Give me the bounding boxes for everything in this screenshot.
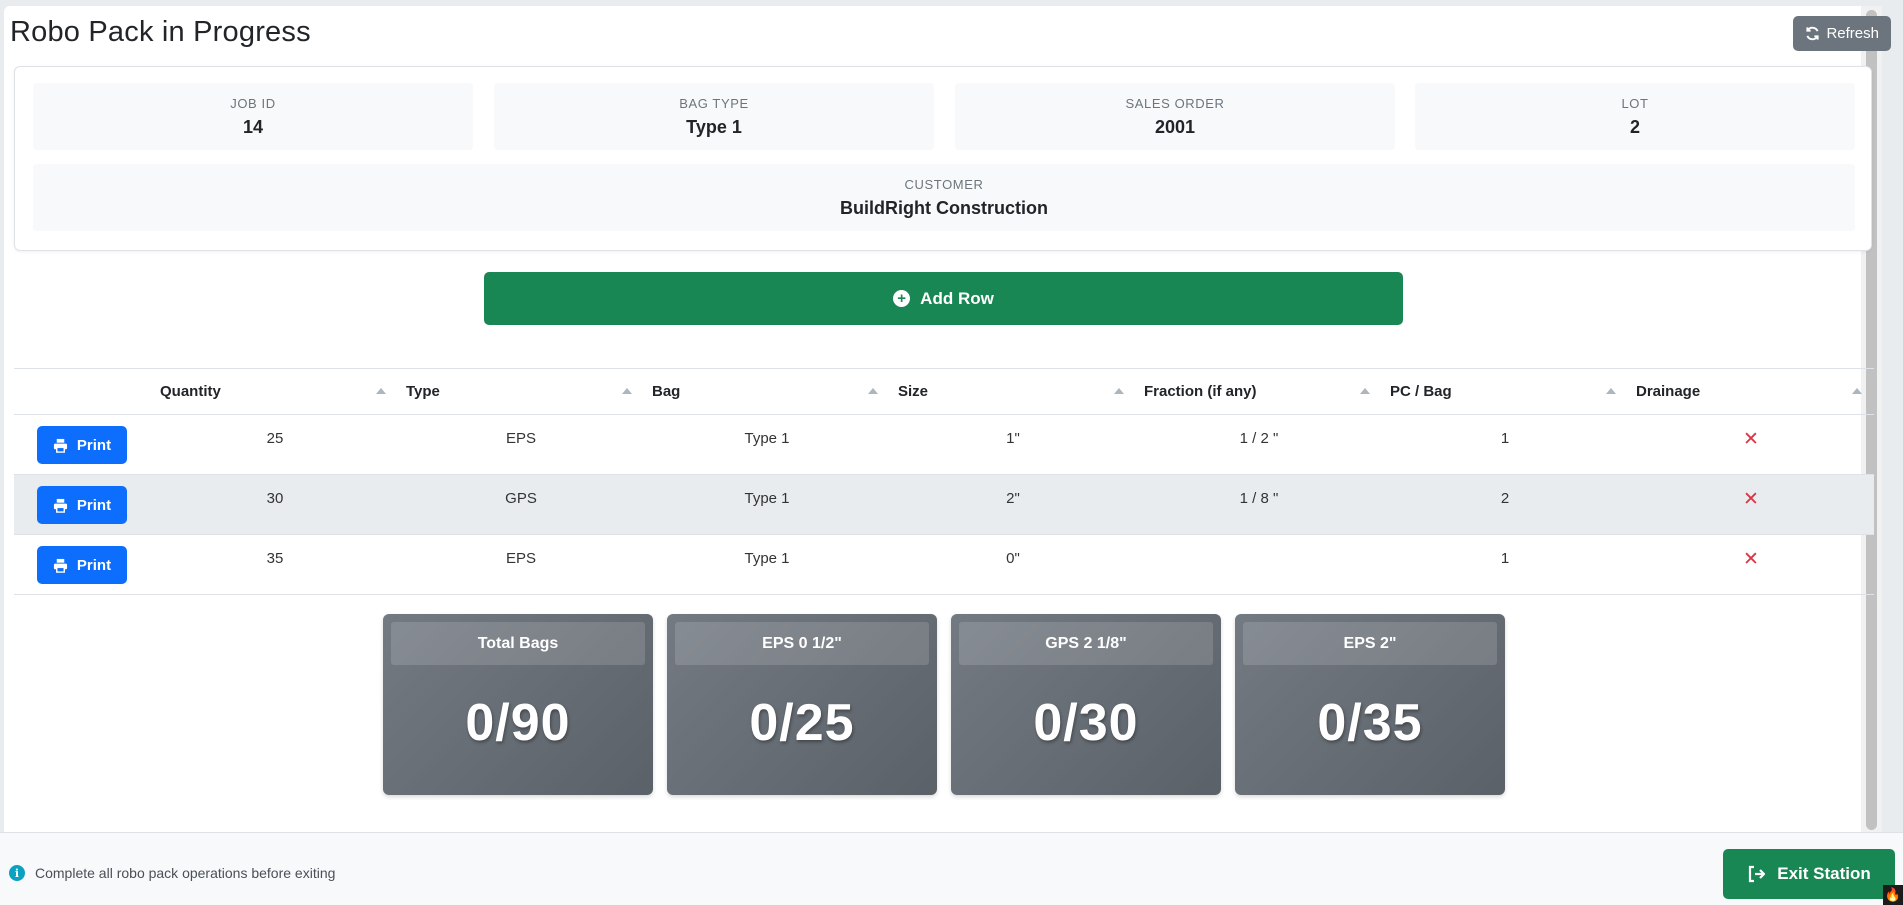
sort-icon[interactable] [1360, 388, 1370, 394]
add-row-button[interactable]: + Add Row [484, 272, 1403, 325]
cell-drainage: ✕ [1628, 534, 1874, 595]
column-header-pc-bag[interactable]: PC / Bag [1382, 368, 1628, 415]
sort-icon[interactable] [622, 388, 632, 394]
info-icon: i [9, 865, 25, 881]
cell-fraction: 1 / 2 " [1136, 414, 1382, 475]
stat-title: EPS 2" [1243, 622, 1497, 665]
stat-value: 0/35 [1317, 694, 1423, 752]
stat-card-gps-2-1-8: GPS 2 1/8" 0/30 [951, 614, 1221, 795]
print-button[interactable]: Print [37, 546, 127, 584]
sales-order-label: SALES ORDER [1125, 96, 1225, 111]
cell-bag: Type 1 [644, 474, 890, 535]
job-id-value: 14 [242, 117, 264, 137]
column-header-type[interactable]: Type [398, 368, 644, 415]
table-header-row: Quantity Type Bag Size Fraction (if any)… [14, 368, 1874, 415]
cell-quantity: 25 [152, 414, 398, 475]
cell-type: EPS [398, 534, 644, 595]
cell-fraction: 1 / 8 " [1136, 474, 1382, 535]
exit-station-label: Exit Station [1777, 864, 1871, 883]
bag-type-box: BAG TYPE Type 1 [494, 83, 934, 150]
stat-title: GPS 2 1/8" [959, 622, 1213, 665]
cell-type: EPS [398, 414, 644, 475]
job-id-label: JOB ID [230, 96, 276, 111]
fire-icon[interactable]: 🔥 [1883, 885, 1903, 905]
sales-order-box: SALES ORDER 2001 [955, 83, 1395, 150]
cell-size: 0" [890, 534, 1136, 595]
stats-row: Total Bags 0/90 EPS 0 1/2" 0/25 GPS 2 1/… [383, 614, 1505, 795]
bag-type-value: Type 1 [686, 117, 742, 137]
cell-drainage: ✕ [1628, 474, 1874, 535]
cell-type: GPS [398, 474, 644, 535]
footer-message-text: Complete all robo pack operations before… [35, 865, 336, 881]
refresh-label: Refresh [1826, 25, 1879, 42]
exit-station-button[interactable]: Exit Station [1723, 849, 1895, 899]
cell-bag: Type 1 [644, 414, 890, 475]
column-header-fraction[interactable]: Fraction (if any) [1136, 368, 1382, 415]
cell-fraction [1136, 534, 1382, 595]
cell-pc-bag: 1 [1382, 534, 1628, 595]
cell-quantity: 30 [152, 474, 398, 535]
cell-quantity: 35 [152, 534, 398, 595]
lot-box: LOT 2 [1415, 83, 1855, 150]
printer-icon [53, 558, 67, 573]
stat-value: 0/90 [465, 694, 571, 752]
lot-label: LOT [1621, 96, 1649, 111]
sort-icon[interactable] [868, 388, 878, 394]
footer-message: i Complete all robo pack operations befo… [9, 865, 335, 881]
x-icon: ✕ [1743, 429, 1759, 450]
customer-label: CUSTOMER [904, 177, 984, 192]
column-header-bag[interactable]: Bag [644, 368, 890, 415]
column-header-size[interactable]: Size [890, 368, 1136, 415]
stat-card-total-bags: Total Bags 0/90 [383, 614, 653, 795]
pack-table: Quantity Type Bag Size Fraction (if any)… [14, 368, 1874, 595]
stat-title: EPS 0 1/2" [675, 622, 929, 665]
job-info-card: JOB ID 14 BAG TYPE Type 1 SALES ORDER 20… [14, 66, 1872, 251]
cell-size: 1" [890, 414, 1136, 475]
cell-pc-bag: 2 [1382, 474, 1628, 535]
stat-value: 0/30 [1033, 694, 1139, 752]
page-title: Robo Pack in Progress [10, 16, 311, 48]
sort-icon[interactable] [376, 388, 386, 394]
stat-card-eps-2: EPS 2" 0/35 [1235, 614, 1505, 795]
print-button[interactable]: Print [37, 486, 127, 524]
bag-type-label: BAG TYPE [679, 96, 749, 111]
plus-circle-icon: + [893, 290, 911, 307]
column-header-quantity[interactable]: Quantity [152, 368, 398, 415]
refresh-icon [1806, 26, 1820, 41]
print-button[interactable]: Print [37, 426, 127, 464]
pack-table-container: Quantity Type Bag Size Fraction (if any)… [14, 368, 1874, 595]
cell-pc-bag: 1 [1382, 414, 1628, 475]
customer-box: CUSTOMER BuildRight Construction [33, 164, 1855, 231]
printer-icon [53, 438, 67, 453]
column-header-actions [14, 368, 152, 415]
sales-order-value: 2001 [1154, 117, 1196, 137]
stat-value: 0/25 [749, 694, 855, 752]
customer-value: BuildRight Construction [840, 198, 1048, 218]
column-header-drainage[interactable]: Drainage [1628, 368, 1874, 415]
printer-icon [53, 498, 67, 513]
job-id-box: JOB ID 14 [33, 83, 473, 150]
stat-card-eps-0-1-2: EPS 0 1/2" 0/25 [667, 614, 937, 795]
x-icon: ✕ [1743, 549, 1759, 570]
cell-bag: Type 1 [644, 534, 890, 595]
refresh-button[interactable]: Refresh [1793, 16, 1891, 51]
sort-icon[interactable] [1606, 388, 1616, 394]
table-row: Print 25 EPS Type 1 1" 1 / 2 " 1 ✕ [14, 414, 1874, 475]
page-header: Robo Pack in Progress Refresh [10, 12, 1891, 52]
sort-icon[interactable] [1852, 388, 1862, 394]
x-icon: ✕ [1743, 489, 1759, 510]
lot-value: 2 [1629, 117, 1640, 137]
add-row-label: Add Row [920, 288, 994, 308]
table-row: Print 35 EPS Type 1 0" 1 ✕ [14, 534, 1874, 595]
sort-icon[interactable] [1114, 388, 1124, 394]
footer-bar: i Complete all robo pack operations befo… [0, 832, 1903, 905]
stat-title: Total Bags [391, 622, 645, 665]
cell-drainage: ✕ [1628, 414, 1874, 475]
table-row: Print 30 GPS Type 1 2" 1 / 8 " 2 ✕ [14, 474, 1874, 535]
cell-size: 2" [890, 474, 1136, 535]
exit-icon [1749, 865, 1766, 883]
